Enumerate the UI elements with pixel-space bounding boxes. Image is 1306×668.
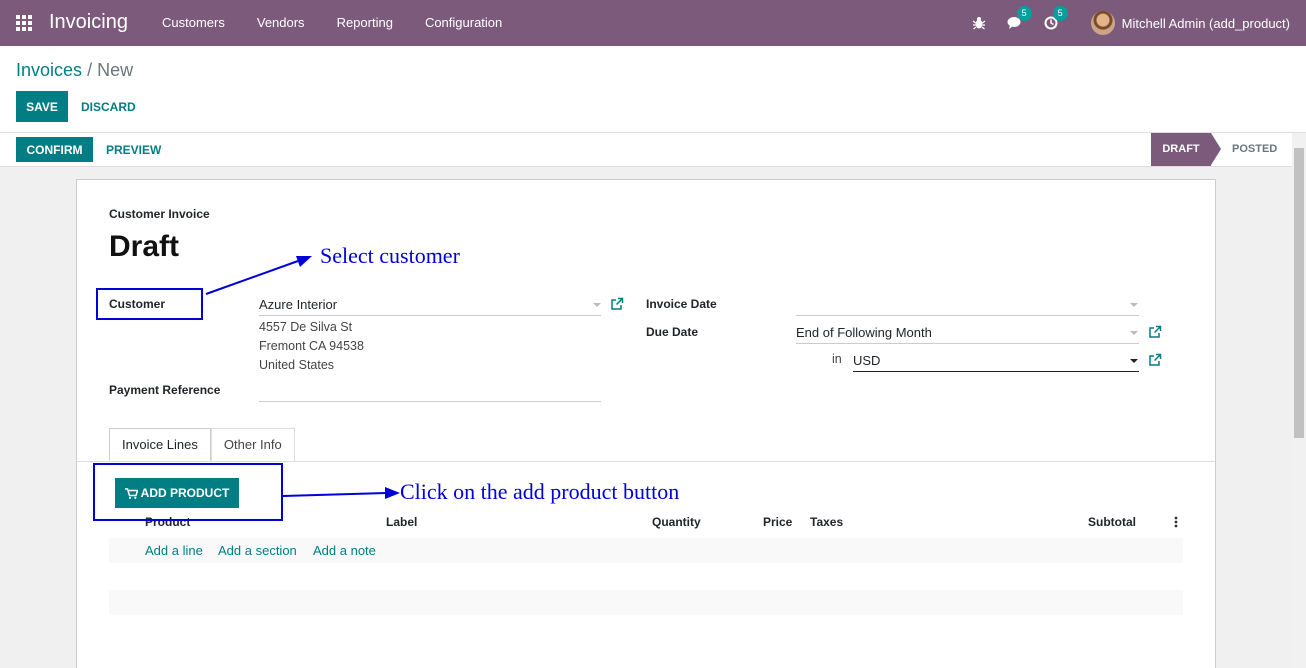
- activities-count-badge: 5: [1052, 6, 1068, 21]
- breadcrumb-current: New: [97, 60, 134, 80]
- payment-reference-input[interactable]: [259, 380, 601, 402]
- column-subtotal[interactable]: Subtotal: [1088, 515, 1136, 529]
- apps-menu-icon[interactable]: [16, 15, 32, 31]
- add-product-highlight-box: [93, 463, 283, 521]
- payment-reference-label: Payment Reference: [109, 383, 221, 397]
- column-price[interactable]: Price: [763, 515, 792, 529]
- invoice-date-input[interactable]: [796, 294, 1139, 316]
- due-date-label: Due Date: [646, 325, 699, 339]
- breadcrumb-separator: /: [87, 60, 93, 80]
- customer-highlight-box: [96, 288, 203, 320]
- column-quantity[interactable]: Quantity: [652, 515, 701, 529]
- invoice-date-caret-icon[interactable]: [1130, 303, 1138, 307]
- document-type: Customer Invoice: [109, 207, 210, 221]
- tab-invoice-lines[interactable]: Invoice Lines: [109, 428, 211, 461]
- form-tabs: Invoice Lines Other Info: [109, 428, 295, 461]
- column-options-icon[interactable]: [1174, 516, 1178, 528]
- menu-item-customers[interactable]: Customers: [146, 0, 241, 46]
- menu-item-configuration[interactable]: Configuration: [409, 0, 518, 46]
- user-avatar[interactable]: [1090, 11, 1115, 35]
- add-section-link[interactable]: Add a section: [218, 543, 297, 558]
- customer-address-line2: Fremont CA 94538: [259, 339, 364, 353]
- navbar-systray: 5 5 Mitchell Admin (add_product): [961, 0, 1290, 46]
- save-button[interactable]: SAVE: [16, 91, 68, 122]
- confirm-button[interactable]: CONFIRM: [16, 137, 93, 162]
- main-menu: Customers Vendors Reporting Configuratio…: [146, 0, 518, 46]
- customer-dropdown-caret-icon[interactable]: [593, 303, 601, 307]
- due-date-caret-icon[interactable]: [1130, 331, 1138, 335]
- currency-prefix: in: [832, 352, 842, 366]
- discard-button[interactable]: DISCARD: [81, 100, 136, 114]
- page-scrollbar-thumb[interactable]: [1294, 148, 1304, 438]
- messages-count-badge: 5: [1016, 6, 1032, 21]
- currency-external-link-icon[interactable]: [1148, 353, 1162, 367]
- invoice-form-sheet: Customer Invoice Draft Customer Azure In…: [76, 179, 1216, 668]
- preview-button[interactable]: PREVIEW: [106, 143, 161, 157]
- column-label[interactable]: Label: [386, 515, 417, 529]
- stage-draft-arrow: [1211, 133, 1221, 165]
- breadcrumb: Invoices / New: [16, 60, 133, 81]
- top-navbar: Invoicing Customers Vendors Reporting Co…: [0, 0, 1306, 46]
- menu-item-vendors[interactable]: Vendors: [241, 0, 321, 46]
- add-note-link[interactable]: Add a note: [313, 543, 376, 558]
- menu-item-reporting[interactable]: Reporting: [321, 0, 409, 46]
- customer-address-line1: 4557 De Silva St: [259, 320, 353, 334]
- column-taxes[interactable]: Taxes: [810, 515, 843, 529]
- annotation-select-customer: Select customer: [320, 243, 460, 268]
- invoice-date-label: Invoice Date: [646, 297, 717, 311]
- tab-other-info[interactable]: Other Info: [210, 428, 295, 461]
- stage-posted[interactable]: POSTED: [1232, 133, 1277, 166]
- due-date-external-link-icon[interactable]: [1148, 325, 1162, 339]
- due-date-field[interactable]: End of Following Month: [796, 322, 1139, 344]
- customer-address-line3: United States: [259, 358, 335, 372]
- invoice-title: Draft: [109, 230, 180, 263]
- currency-caret-icon[interactable]: [1130, 359, 1138, 363]
- activities-icon[interactable]: 5: [1043, 6, 1068, 31]
- currency-field[interactable]: USD: [853, 350, 1139, 372]
- customer-external-link-icon[interactable]: [610, 297, 624, 311]
- bug-icon[interactable]: [971, 15, 987, 31]
- user-menu[interactable]: Mitchell Admin (add_product): [1122, 16, 1290, 31]
- stage-draft[interactable]: DRAFT: [1151, 133, 1211, 166]
- customer-field[interactable]: Azure Interior: [259, 294, 601, 316]
- messages-icon[interactable]: 5: [1007, 6, 1032, 31]
- breadcrumb-invoices[interactable]: Invoices: [16, 60, 82, 80]
- empty-line-row: [109, 590, 1183, 615]
- annotation-click-add-product: Click on the add product button: [400, 479, 680, 504]
- status-bar: CONFIRM PREVIEW DRAFT POSTED: [0, 133, 1306, 167]
- tabs-divider: [77, 461, 1215, 462]
- control-panel: Invoices / New SAVE DISCARD: [0, 46, 1306, 133]
- app-brand[interactable]: Invoicing: [49, 11, 128, 34]
- add-line-link[interactable]: Add a line: [145, 543, 203, 558]
